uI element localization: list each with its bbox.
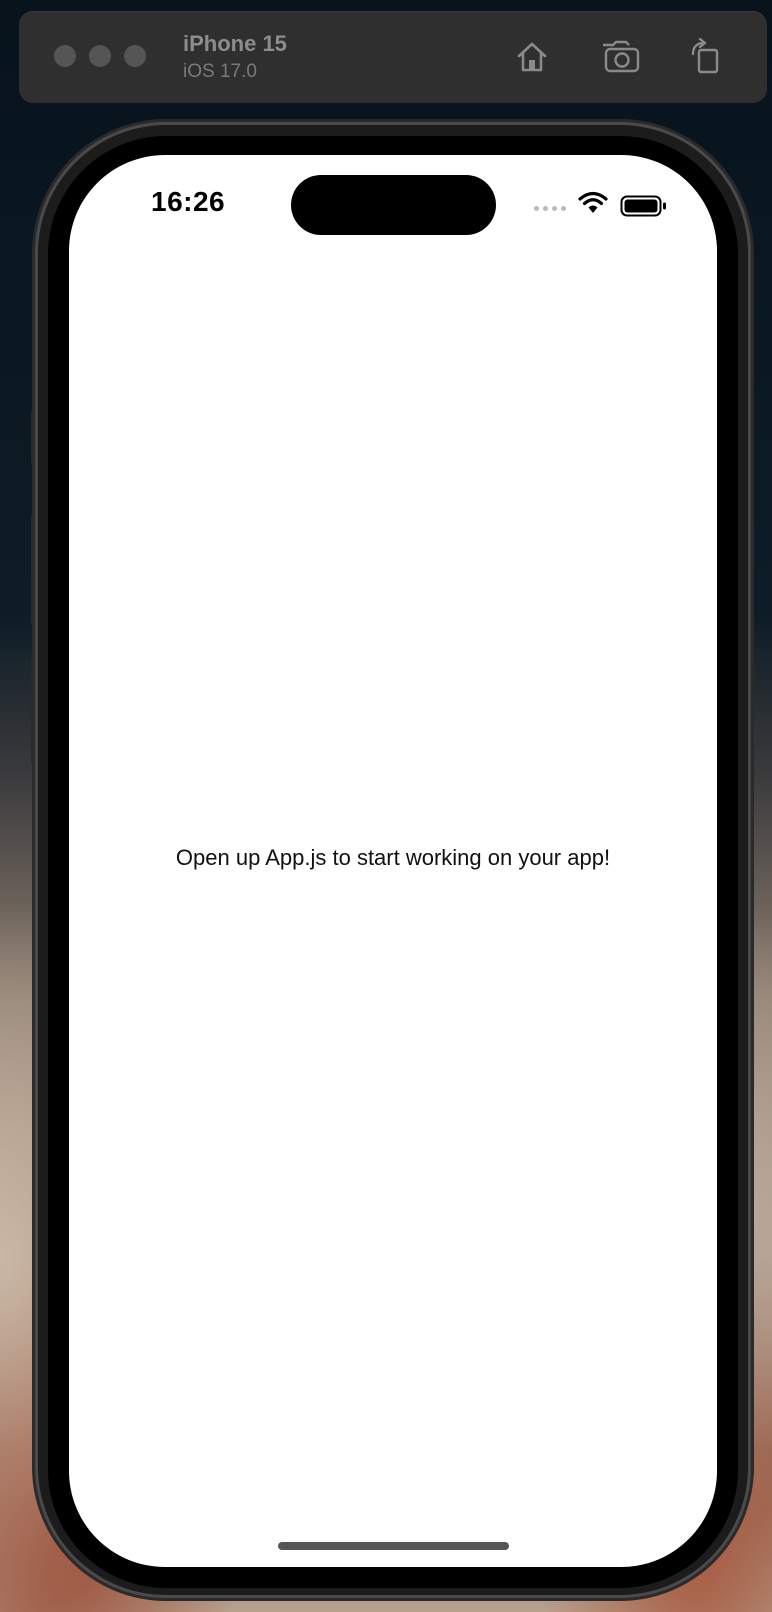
home-button[interactable] — [510, 35, 554, 79]
close-window-button[interactable] — [54, 45, 76, 67]
device-name: iPhone 15 — [183, 31, 287, 56]
status-time: 16:26 — [151, 186, 226, 217]
rotate-icon — [691, 38, 719, 74]
simulator-title-bar: iPhone 15 iOS 17.0 — [19, 11, 767, 103]
os-version: iOS 17.0 — [183, 61, 257, 82]
battery-icon — [620, 195, 666, 217]
home-indicator[interactable] — [278, 1542, 509, 1550]
camera-icon — [603, 40, 640, 73]
rotate-button[interactable] — [683, 35, 727, 79]
app-message: Open up App.js to start working on your … — [175, 845, 611, 870]
screenshot-button[interactable] — [599, 35, 643, 79]
home-icon — [517, 42, 547, 72]
zoom-window-button[interactable] — [124, 45, 146, 67]
cellular-icon — [534, 206, 566, 211]
dynamic-island — [291, 175, 496, 235]
wifi-icon — [578, 191, 608, 213]
phone-screen: 16:26 Open up App.js to start working on… — [69, 155, 717, 1567]
minimize-window-button[interactable] — [89, 45, 111, 67]
